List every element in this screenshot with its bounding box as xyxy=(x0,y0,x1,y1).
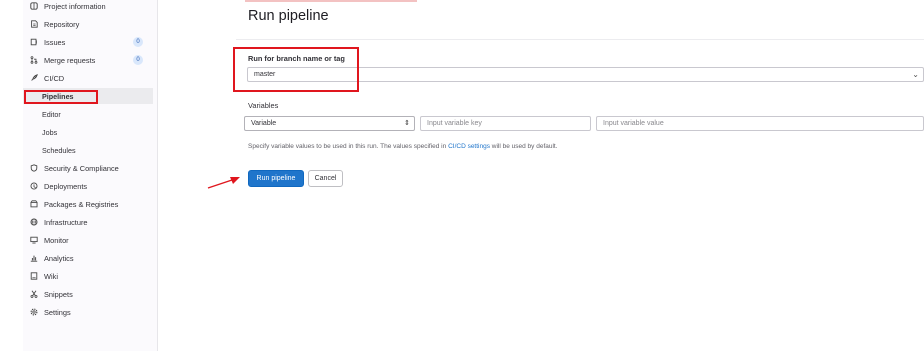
left-gutter xyxy=(0,0,23,351)
issues-count-badge: 0 xyxy=(133,37,143,47)
pipelines-annotation-box xyxy=(24,90,98,104)
sidebar-item-label: Packages & Registries xyxy=(44,199,119,209)
sidebar-subitem-editor[interactable]: Editor xyxy=(23,106,153,122)
sidebar-item-label: Deployments xyxy=(44,181,88,191)
sidebar-item-infrastructure[interactable]: Infrastructure xyxy=(23,213,153,231)
monitor-icon xyxy=(29,236,39,244)
sidebar-item-ci-cd[interactable]: CI/CD xyxy=(23,69,153,87)
sidebar-item-packages-registries[interactable]: Packages & Registries xyxy=(23,195,153,213)
sidebar-item-repository[interactable]: Repository xyxy=(23,15,153,33)
settings-icon xyxy=(29,308,39,316)
sidebar-item-label: CI/CD xyxy=(44,73,65,83)
help-suffix: will be used by default. xyxy=(489,143,558,150)
sidebar-subitem-label: Schedules xyxy=(42,145,76,155)
sidebar-item-analytics[interactable]: Analytics xyxy=(23,249,153,267)
sidebar-item-issues[interactable]: Issues 0 xyxy=(23,33,153,51)
project-icon xyxy=(29,2,39,10)
sidebar-subitem-label: Jobs xyxy=(42,127,58,137)
sidebar-item-label: Settings xyxy=(44,307,71,317)
repository-icon xyxy=(29,20,39,28)
shield-icon xyxy=(29,164,39,172)
sidebar-item-label: Infrastructure xyxy=(44,217,88,227)
sidebar-item-snippets[interactable]: Snippets xyxy=(23,285,153,303)
sidebar-item-label: Repository xyxy=(44,19,80,29)
sidebar-item-label: Monitor xyxy=(44,235,69,245)
sidebar-item-label: Project information xyxy=(44,1,106,11)
sidebar-item-wiki[interactable]: Wiki xyxy=(23,267,153,285)
variable-key-placeholder: Input variable key xyxy=(427,120,482,127)
sidebar-subitem-jobs[interactable]: Jobs xyxy=(23,124,153,140)
wiki-icon xyxy=(29,272,39,280)
deployments-icon xyxy=(29,182,39,190)
variable-value-placeholder: Input variable value xyxy=(603,120,664,127)
sidebar-item-security-compliance[interactable]: Security & Compliance xyxy=(23,159,153,177)
snippets-icon xyxy=(29,290,39,298)
select-arrows-icon: ⇕ xyxy=(404,120,410,127)
sidebar-item-project-information[interactable]: Project information xyxy=(23,0,153,15)
sidebar-item-deployments[interactable]: Deployments xyxy=(23,177,153,195)
chevron-down-icon: ⌄ xyxy=(912,70,919,79)
help-prefix: Specify variable values to be used in th… xyxy=(248,143,449,150)
sidebar-item-label: Issues xyxy=(44,37,66,47)
project-sidebar: Project information Repository Issues 0 … xyxy=(23,0,158,351)
variables-help-text: Specify variable values to be used in th… xyxy=(248,143,558,150)
variable-value-input[interactable]: Input variable value xyxy=(596,116,924,131)
sidebar-item-label: Analytics xyxy=(44,253,74,263)
sidebar-item-settings[interactable]: Settings xyxy=(23,303,153,321)
run-pipeline-button[interactable]: Run pipeline xyxy=(248,170,304,187)
sidebar-item-label: Merge requests xyxy=(44,55,96,65)
title-divider xyxy=(236,39,924,40)
variable-key-input[interactable]: Input variable key xyxy=(420,116,591,131)
sidebar-subitem-label: Editor xyxy=(42,109,61,119)
cancel-button[interactable]: Cancel xyxy=(308,170,343,187)
sidebar-item-monitor[interactable]: Monitor xyxy=(23,231,153,249)
sidebar-item-label: Snippets xyxy=(44,289,73,299)
sidebar-subitem-schedules[interactable]: Schedules xyxy=(23,142,153,158)
sidebar-item-merge-requests[interactable]: Merge requests 0 xyxy=(23,51,153,69)
sidebar-item-label: Wiki xyxy=(44,271,58,281)
variable-type-select[interactable]: Variable ⇕ xyxy=(244,116,415,131)
variable-type-value: Variable xyxy=(251,120,277,127)
infrastructure-icon xyxy=(29,218,39,226)
cicd-settings-link[interactable]: CI/CD settings xyxy=(448,143,490,150)
package-icon xyxy=(29,200,39,208)
page-title: Run pipeline xyxy=(248,8,329,24)
merge-requests-count-badge: 0 xyxy=(133,55,143,65)
annotation-arrow-icon xyxy=(207,177,240,189)
rocket-icon xyxy=(29,74,39,82)
analytics-icon xyxy=(29,254,39,262)
merge-request-icon xyxy=(29,56,39,64)
sidebar-item-label: Security & Compliance xyxy=(44,163,119,173)
issues-icon xyxy=(29,38,39,46)
top-accent-line xyxy=(245,0,417,2)
branch-annotation-box xyxy=(233,47,359,92)
variables-label: Variables xyxy=(248,101,279,110)
